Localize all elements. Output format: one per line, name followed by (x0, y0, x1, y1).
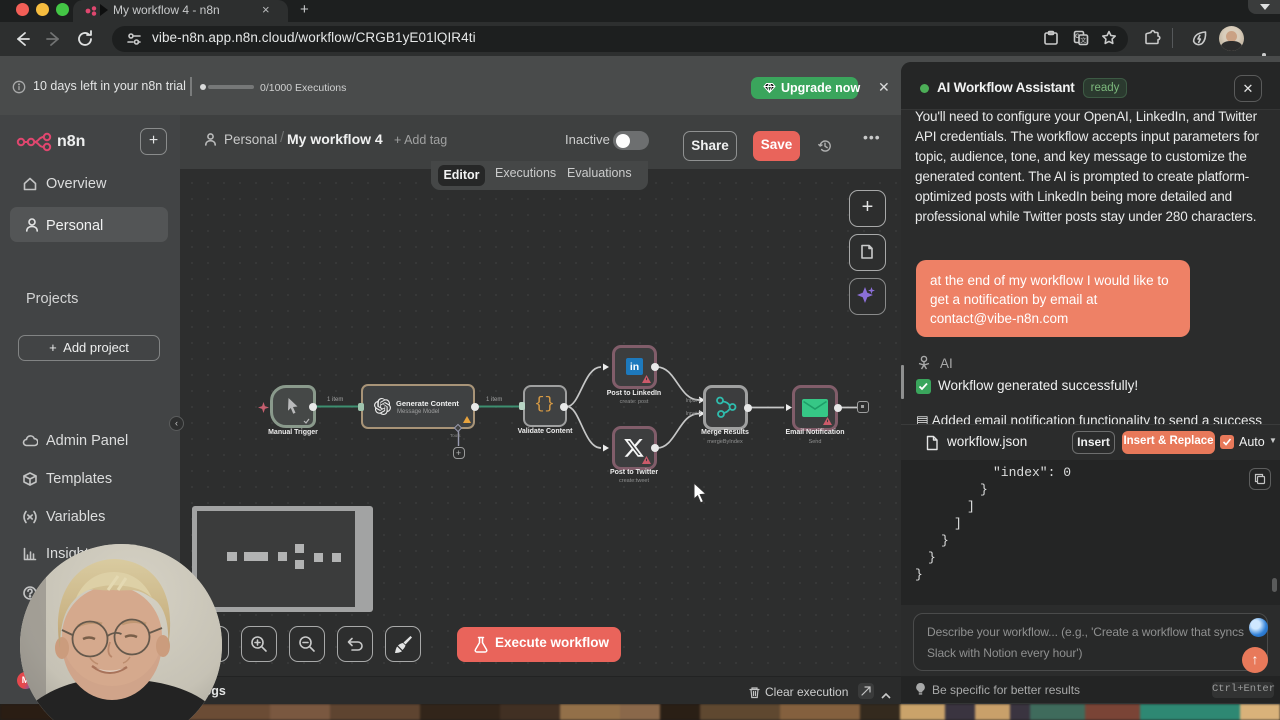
svg-text:文: 文 (1080, 37, 1086, 45)
